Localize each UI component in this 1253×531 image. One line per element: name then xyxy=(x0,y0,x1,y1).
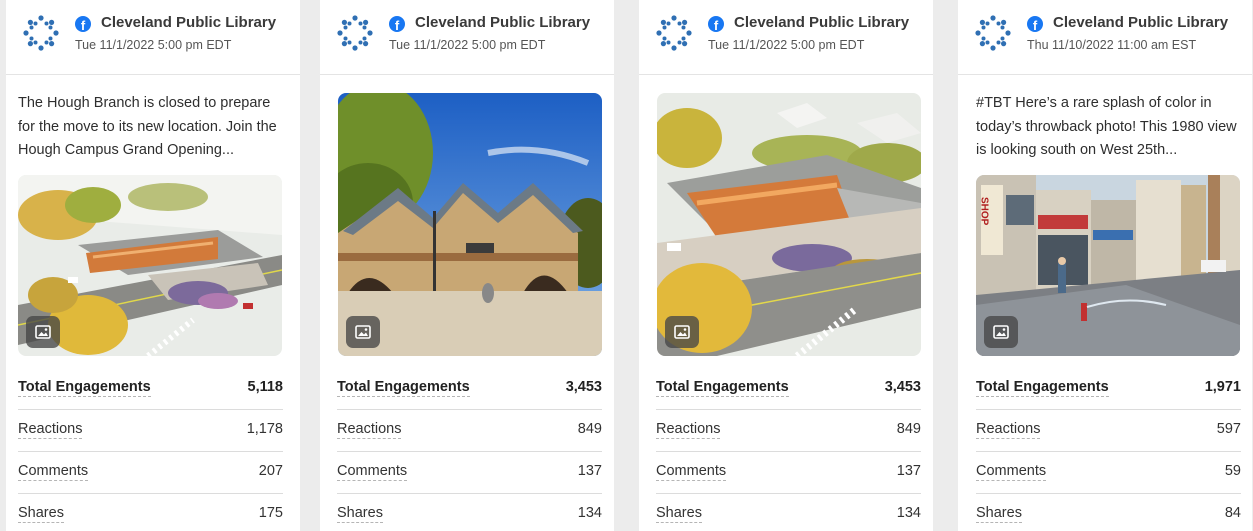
library-logo-icon xyxy=(337,15,373,51)
metric-total-engagements: Total Engagements 1,971 xyxy=(976,368,1241,410)
metric-comments: Comments 207 xyxy=(18,452,283,494)
metric-shares: Shares 84 xyxy=(976,494,1241,531)
shop-sign: SHOP xyxy=(979,197,990,226)
page-name[interactable]: Cleveland Public Library xyxy=(415,14,590,31)
library-logo-icon xyxy=(23,15,59,51)
metric-label[interactable]: Total Engagements xyxy=(656,379,789,397)
metric-value: 59 xyxy=(1224,463,1241,479)
post-card[interactable]: f Cleveland Public Library Thu 11/10/202… xyxy=(958,0,1252,531)
metric-value: 137 xyxy=(896,463,921,479)
metric-value: 134 xyxy=(577,505,602,521)
post-card[interactable]: f Cleveland Public Library Tue 11/1/2022… xyxy=(320,0,614,531)
post-card[interactable]: f Cleveland Public Library Tue 11/1/2022… xyxy=(6,0,300,531)
metric-total-engagements: Total Engagements 3,453 xyxy=(656,368,921,410)
engagement-metrics: Total Engagements 3,453 Reactions 849 Co… xyxy=(656,368,921,531)
post-timestamp: Tue 11/1/2022 5:00 pm EDT xyxy=(708,38,865,52)
page-name[interactable]: Cleveland Public Library xyxy=(734,14,909,31)
metric-label[interactable]: Reactions xyxy=(337,421,402,439)
post-header: f Cleveland Public Library Tue 11/1/2022… xyxy=(320,0,614,75)
metric-total-engagements: Total Engagements 3,453 xyxy=(337,368,602,410)
metric-label[interactable]: Shares xyxy=(337,505,383,523)
image-type-badge xyxy=(346,316,380,348)
metric-shares: Shares 134 xyxy=(337,494,602,531)
metric-value: 3,453 xyxy=(884,379,921,395)
metric-reactions: Reactions 849 xyxy=(656,410,921,452)
metric-value: 175 xyxy=(258,505,283,521)
image-icon xyxy=(674,325,690,339)
metric-comments: Comments 137 xyxy=(337,452,602,494)
metric-value: 849 xyxy=(577,421,602,437)
library-logo-icon xyxy=(975,15,1011,51)
metric-value: 597 xyxy=(1216,421,1241,437)
metric-value: 849 xyxy=(896,421,921,437)
metric-label[interactable]: Reactions xyxy=(656,421,721,439)
metric-label[interactable]: Total Engagements xyxy=(337,379,470,397)
metric-reactions: Reactions 1,178 xyxy=(18,410,283,452)
metric-value: 84 xyxy=(1224,505,1241,521)
engagement-metrics: Total Engagements 3,453 Reactions 849 Co… xyxy=(337,368,602,531)
page-name[interactable]: Cleveland Public Library xyxy=(101,14,276,31)
post-image[interactable] xyxy=(338,93,602,356)
post-header: f Cleveland Public Library Tue 11/1/2022… xyxy=(6,0,300,75)
post-text: #TBT Here’s a rare splash of color in to… xyxy=(976,95,1237,158)
metric-value: 137 xyxy=(577,463,602,479)
metric-value: 134 xyxy=(896,505,921,521)
facebook-icon: f xyxy=(1027,16,1043,32)
post-image[interactable]: SHOP xyxy=(976,175,1240,356)
image-icon xyxy=(355,325,371,339)
metric-comments: Comments 137 xyxy=(656,452,921,494)
metric-shares: Shares 175 xyxy=(18,494,283,531)
library-logo-icon xyxy=(656,15,692,51)
post-header: f Cleveland Public Library Thu 11/10/202… xyxy=(958,0,1252,75)
metric-label[interactable]: Shares xyxy=(18,505,64,523)
metric-label[interactable]: Shares xyxy=(656,505,702,523)
post-timestamp: Tue 11/1/2022 5:00 pm EDT xyxy=(75,38,232,52)
metric-label[interactable]: Total Engagements xyxy=(18,379,151,397)
image-type-badge xyxy=(26,316,60,348)
post-card[interactable]: f Cleveland Public Library Tue 11/1/2022… xyxy=(639,0,933,531)
engagement-metrics: Total Engagements 1,971 Reactions 597 Co… xyxy=(976,368,1241,531)
metric-label[interactable]: Comments xyxy=(337,463,408,481)
metric-reactions: Reactions 849 xyxy=(337,410,602,452)
facebook-icon: f xyxy=(389,16,405,32)
post-header: f Cleveland Public Library Tue 11/1/2022… xyxy=(639,0,933,75)
metric-comments: Comments 59 xyxy=(976,452,1241,494)
metric-total-engagements: Total Engagements 5,118 xyxy=(18,368,283,410)
metric-value: 1,971 xyxy=(1204,379,1241,395)
image-type-badge xyxy=(984,316,1018,348)
metric-label[interactable]: Comments xyxy=(18,463,89,481)
post-performance-grid: f Cleveland Public Library Tue 11/1/2022… xyxy=(0,0,1253,531)
metric-label[interactable]: Reactions xyxy=(18,421,83,439)
page-name[interactable]: Cleveland Public Library xyxy=(1053,14,1228,31)
post-timestamp: Thu 11/10/2022 11:00 am EST xyxy=(1027,38,1197,52)
facebook-icon: f xyxy=(708,16,724,32)
metric-label[interactable]: Comments xyxy=(976,463,1047,481)
image-icon xyxy=(35,325,51,339)
metric-label[interactable]: Total Engagements xyxy=(976,379,1109,397)
metric-shares: Shares 134 xyxy=(656,494,921,531)
metric-label[interactable]: Reactions xyxy=(976,421,1041,439)
post-timestamp: Tue 11/1/2022 5:00 pm EDT xyxy=(389,38,546,52)
metric-reactions: Reactions 597 xyxy=(976,410,1241,452)
image-type-badge xyxy=(665,316,699,348)
post-text: The Hough Branch is closed to prepare fo… xyxy=(18,95,277,158)
metric-value: 5,118 xyxy=(247,379,284,395)
metric-value: 3,453 xyxy=(565,379,602,395)
metric-value: 207 xyxy=(258,463,283,479)
image-icon xyxy=(993,325,1009,339)
engagement-metrics: Total Engagements 5,118 Reactions 1,178 … xyxy=(18,368,283,531)
post-image[interactable] xyxy=(18,175,282,356)
metric-value: 1,178 xyxy=(246,421,283,437)
metric-label[interactable]: Comments xyxy=(656,463,727,481)
metric-label[interactable]: Shares xyxy=(976,505,1022,523)
post-image[interactable] xyxy=(657,93,921,356)
facebook-icon: f xyxy=(75,16,91,32)
